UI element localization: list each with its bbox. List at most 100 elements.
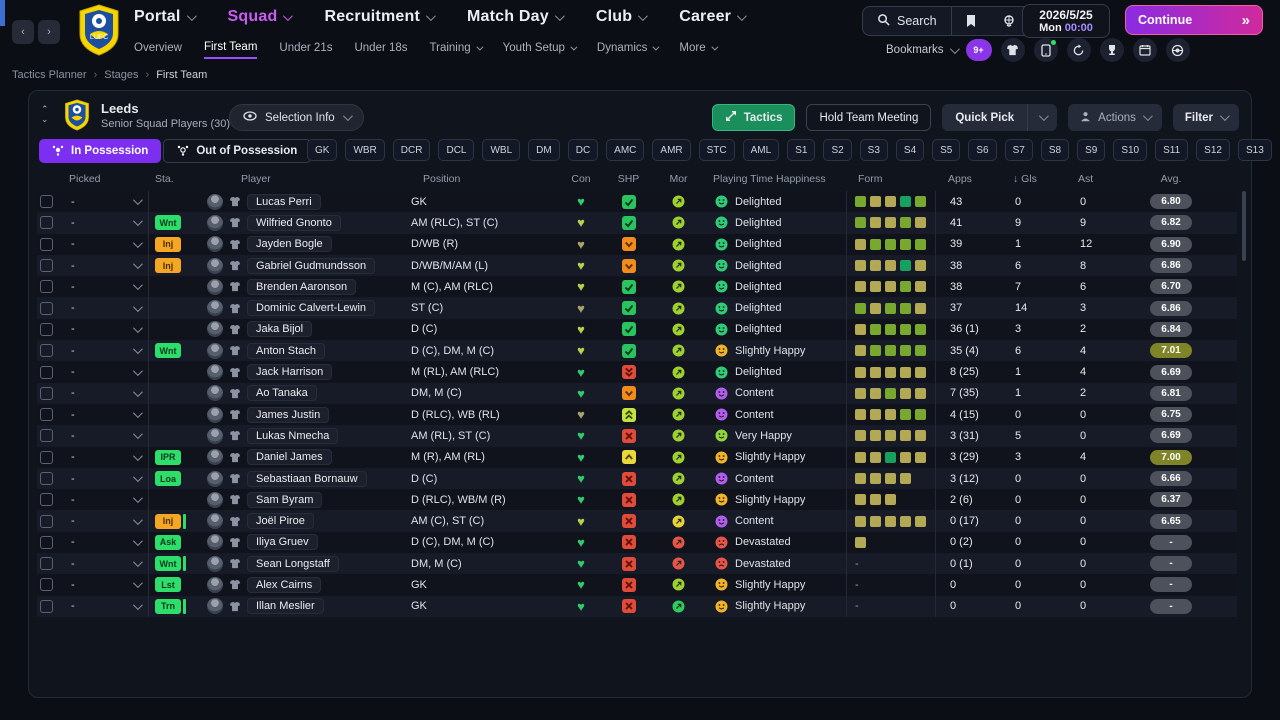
- col-mor[interactable]: Mor: [656, 173, 701, 185]
- inbox-badge[interactable]: 9+: [965, 39, 992, 61]
- col-form[interactable]: Form: [846, 173, 936, 185]
- subnav-item-more[interactable]: More: [679, 42, 719, 58]
- stadium-icon[interactable]: [1165, 38, 1190, 62]
- col-apps[interactable]: Apps: [936, 173, 1001, 185]
- player-avatar[interactable]: [207, 278, 223, 295]
- picked-dropdown[interactable]: -: [57, 595, 149, 617]
- filter-dropdown[interactable]: Filter: [1172, 104, 1239, 131]
- col-gls-sorted[interactable]: ↓ Gls: [1001, 173, 1066, 185]
- player-avatar[interactable]: [207, 321, 223, 338]
- player-avatar[interactable]: [207, 513, 223, 530]
- table-row[interactable]: - Jaka Bijol D (C) ♥ Delighted 36 (1) 3 2 6.84: [37, 318, 1237, 341]
- picked-dropdown[interactable]: -: [57, 553, 149, 575]
- position-filter-s12[interactable]: S12: [1196, 139, 1230, 161]
- hold-team-meeting-button[interactable]: Hold Team Meeting: [806, 104, 932, 131]
- col-avg[interactable]: Avg.: [1131, 173, 1211, 185]
- position-filter-s10[interactable]: S10: [1113, 139, 1148, 161]
- row-checkbox[interactable]: [40, 578, 53, 592]
- picked-dropdown[interactable]: -: [57, 446, 149, 468]
- subnav-item-training[interactable]: Training: [430, 42, 484, 58]
- picked-dropdown[interactable]: -: [57, 361, 149, 383]
- player-avatar[interactable]: [207, 427, 223, 444]
- row-checkbox[interactable]: [40, 216, 53, 230]
- player-name[interactable]: Sean Longstaff: [247, 555, 339, 572]
- table-row[interactable]: - Lukas Nmecha AM (RL), ST (C) ♥ Very Happy 3…: [37, 425, 1237, 447]
- player-avatar[interactable]: [207, 534, 223, 551]
- table-row[interactable]: - Inj Jayden Bogle D/WB (R) ♥ Delighted 39 1 12 6…: [37, 233, 1237, 255]
- kit-icon[interactable]: [1000, 38, 1025, 62]
- actions-dropdown[interactable]: Actions: [1068, 104, 1162, 131]
- player-avatar[interactable]: [207, 364, 223, 381]
- nav-item-club[interactable]: Club: [596, 8, 649, 26]
- player-name[interactable]: Iliya Gruev: [247, 534, 318, 551]
- subnav-item-under-21s[interactable]: Under 21s: [279, 42, 332, 58]
- player-avatar[interactable]: [207, 406, 223, 423]
- col-picked[interactable]: Picked: [57, 173, 149, 185]
- picked-dropdown[interactable]: -: [57, 489, 149, 511]
- subnav-item-youth-setup[interactable]: Youth Setup: [503, 42, 578, 58]
- player-avatar[interactable]: [207, 236, 223, 253]
- position-filter-dm[interactable]: DM: [528, 139, 560, 161]
- table-row[interactable]: - Ao Tanaka DM, M (C) ♥ Content 7 (35) 1 2 6.81: [37, 382, 1237, 404]
- subnav-item-dynamics[interactable]: Dynamics: [597, 42, 660, 58]
- position-filter-aml[interactable]: AML: [742, 139, 780, 161]
- row-checkbox[interactable]: [40, 280, 53, 294]
- col-con[interactable]: Con: [561, 173, 601, 185]
- table-row[interactable]: - Trn Illan Meslier GK ♥ Slightly Happy -0 0 0-: [37, 595, 1237, 617]
- position-filter-s3[interactable]: S3: [859, 139, 888, 161]
- table-row[interactable]: - Wnt Wilfried Gnonto AM (RLC), ST (C) ♥ Deli…: [37, 212, 1237, 234]
- forward-button[interactable]: ›: [38, 20, 60, 44]
- position-filter-s2[interactable]: S2: [823, 139, 852, 161]
- quick-pick-dropdown[interactable]: [1027, 104, 1058, 131]
- subnav-item-overview[interactable]: Overview: [134, 42, 182, 58]
- row-checkbox[interactable]: [40, 195, 53, 209]
- table-row[interactable]: - Brenden Aaronson M (C), AM (RLC) ♥ Delight…: [37, 276, 1237, 298]
- col-sta[interactable]: Sta.: [149, 173, 197, 185]
- subnav-item-first-team[interactable]: First Team: [203, 41, 258, 59]
- trophy-icon[interactable]: [1099, 38, 1124, 62]
- player-name[interactable]: Jayden Bogle: [247, 236, 332, 253]
- player-avatar[interactable]: [207, 342, 223, 359]
- picked-dropdown[interactable]: -: [57, 425, 149, 447]
- player-avatar[interactable]: [207, 576, 223, 593]
- col-happiness[interactable]: Playing Time Happiness: [701, 173, 846, 185]
- table-row[interactable]: - Loa Sebastiaan Bornauw D (C) ♥ Content 3 (12…: [37, 467, 1237, 490]
- player-avatar[interactable]: [207, 598, 223, 615]
- position-filter-dcl[interactable]: DCL: [438, 139, 475, 161]
- table-row[interactable]: - Jack Harrison M (RL), AM (RLC) ♥ Delighted…: [37, 361, 1237, 383]
- row-checkbox[interactable]: [40, 344, 53, 358]
- player-name[interactable]: Gabriel Gudmundsson: [247, 257, 376, 274]
- player-avatar[interactable]: [207, 257, 223, 274]
- row-checkbox[interactable]: [40, 514, 53, 528]
- search-button[interactable]: Search: [863, 7, 952, 35]
- nav-item-career[interactable]: Career: [679, 8, 747, 26]
- position-filter-gk[interactable]: GK: [307, 139, 338, 161]
- breadcrumb-item[interactable]: Stages: [104, 69, 138, 81]
- player-name[interactable]: Jack Harrison: [247, 364, 333, 381]
- player-name[interactable]: Illan Meslier: [247, 598, 324, 615]
- row-checkbox[interactable]: [40, 237, 53, 251]
- table-row[interactable]: - IPR Daniel James M (R), AM (RL) ♥ Slightly …: [37, 446, 1237, 468]
- continue-button[interactable]: Continue »: [1125, 5, 1263, 35]
- player-name[interactable]: Lucas Perri: [247, 193, 321, 210]
- picked-dropdown[interactable]: -: [57, 276, 149, 298]
- picked-dropdown[interactable]: -: [57, 382, 149, 404]
- position-filter-s11[interactable]: S11: [1155, 139, 1189, 161]
- picked-dropdown[interactable]: -: [57, 191, 149, 213]
- team-prev-button[interactable]: ⌃: [41, 105, 49, 114]
- position-filter-s6[interactable]: S6: [968, 139, 997, 161]
- position-filter-s4[interactable]: S4: [895, 139, 925, 161]
- nav-item-squad[interactable]: Squad: [228, 8, 294, 26]
- out-of-possession-tab[interactable]: Out of Possession: [163, 139, 312, 163]
- table-row[interactable]: - James Justin D (RLC), WB (RL) ♥ Content 4 (…: [37, 403, 1237, 426]
- team-next-button[interactable]: ⌄: [41, 115, 49, 124]
- player-name[interactable]: Sam Byram: [247, 491, 323, 508]
- nav-item-match-day[interactable]: Match Day: [467, 8, 565, 26]
- bookmarks-dropdown[interactable]: Bookmarks: [886, 43, 960, 56]
- back-button[interactable]: ‹: [12, 20, 34, 44]
- table-row[interactable]: - Wnt Anton Stach D (C), DM, M (C) ♥ Slightly…: [37, 340, 1237, 362]
- player-name[interactable]: Daniel James: [247, 449, 332, 466]
- table-row[interactable]: - Inj Joël Piroe AM (C), ST (C) ♥ Content 0 (1…: [37, 510, 1237, 532]
- scrollbar-thumb[interactable]: [1242, 191, 1246, 261]
- col-shp[interactable]: SHP: [601, 173, 656, 185]
